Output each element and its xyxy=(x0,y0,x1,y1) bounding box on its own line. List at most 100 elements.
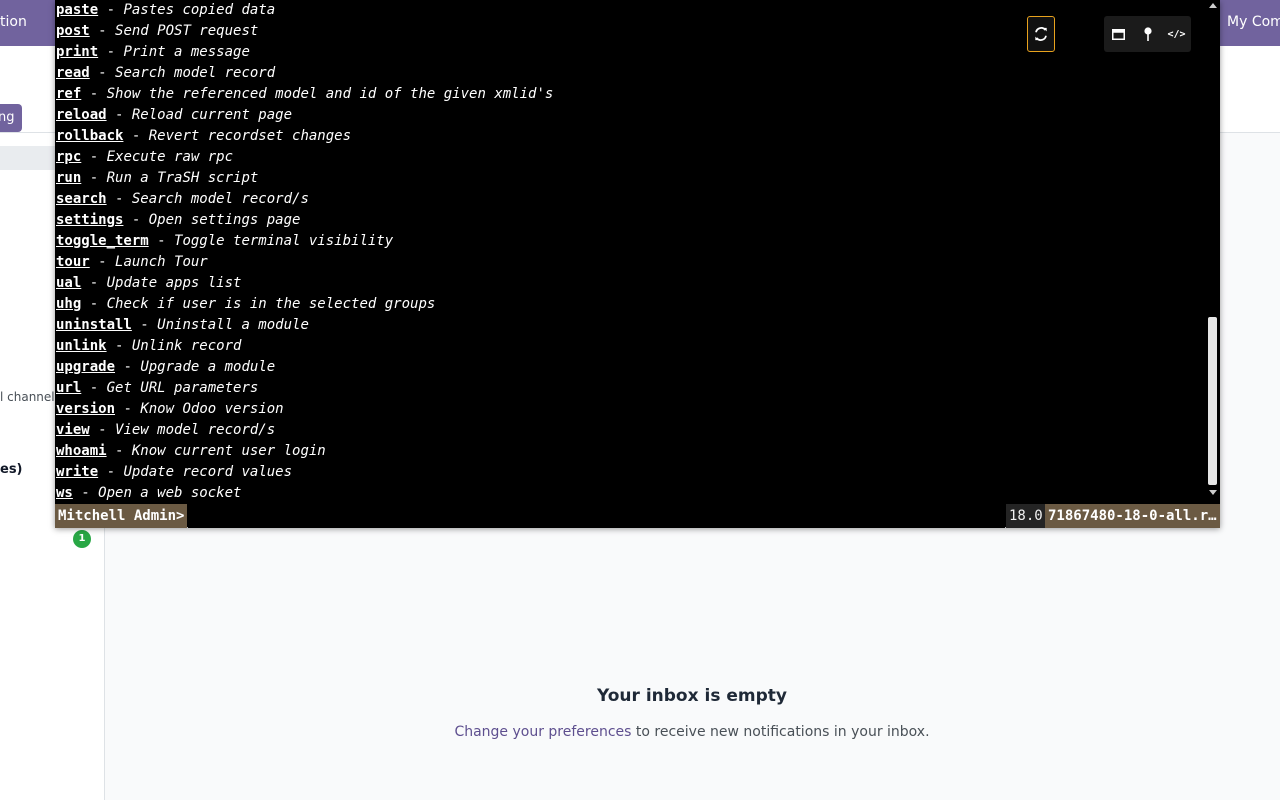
command-separator: - xyxy=(115,359,141,375)
command-description: Search model record xyxy=(115,65,276,81)
command-separator: - xyxy=(115,401,141,417)
command-description: Uninstall a module xyxy=(157,317,309,333)
command-separator: - xyxy=(89,23,116,39)
command-name[interactable]: settings xyxy=(56,212,123,228)
command-name[interactable]: read xyxy=(56,65,90,81)
code-button[interactable]: </> xyxy=(1166,23,1188,45)
terminal-line: rollback - Revert recordset changes xyxy=(56,126,1206,147)
counter-badge: 1 xyxy=(73,530,91,548)
command-separator: - xyxy=(123,128,149,144)
command-name[interactable]: url xyxy=(56,380,81,396)
command-name[interactable]: ws xyxy=(56,485,73,501)
terminal-line: whoami - Know current user login xyxy=(56,441,1206,462)
scroll-down-arrow-icon[interactable] xyxy=(1209,490,1217,495)
odoo-version-badge: 18.0 xyxy=(1006,504,1046,528)
command-name[interactable]: print xyxy=(56,44,98,60)
command-name[interactable]: upgrade xyxy=(56,359,115,375)
command-name[interactable]: whoami xyxy=(56,443,107,459)
command-separator: - xyxy=(81,149,107,165)
pin-button[interactable] xyxy=(1137,23,1159,45)
command-separator: - xyxy=(106,191,132,207)
pin-icon xyxy=(1143,27,1152,41)
command-name[interactable]: search xyxy=(56,191,107,207)
command-name[interactable]: uninstall xyxy=(56,317,132,333)
terminal-command-input[interactable] xyxy=(188,504,1005,528)
command-description: Update apps list xyxy=(106,275,242,291)
navbar-company-switcher[interactable]: My Com xyxy=(1227,14,1280,30)
command-name[interactable]: version xyxy=(56,401,115,417)
terminal-scrollbar[interactable] xyxy=(1206,0,1220,502)
command-description: Search model record/s xyxy=(131,191,309,207)
command-name[interactable]: uhg xyxy=(56,296,81,312)
inbox-empty-message: Change your preferences to receive new n… xyxy=(104,724,1280,740)
command-separator: - xyxy=(81,86,107,102)
terminal-prompt: Mitchell Admin> xyxy=(55,504,188,528)
command-separator: - xyxy=(89,422,116,438)
terminal-line: ual - Update apps list xyxy=(56,273,1206,294)
terminal-output[interactable]: paste - Pastes copied data post - Send PO… xyxy=(56,0,1206,502)
command-description: Know Odoo version xyxy=(140,401,284,417)
command-name[interactable]: write xyxy=(56,464,98,480)
command-separator: - xyxy=(106,338,132,354)
command-separator: - xyxy=(81,170,107,186)
terminal-line: version - Know Odoo version xyxy=(56,399,1206,420)
terminal-input-bar: Mitchell Admin> 18.0 71867480-18-0-all.r… xyxy=(55,502,1220,528)
command-name[interactable]: unlink xyxy=(56,338,107,354)
command-name[interactable]: tour xyxy=(56,254,90,270)
command-description: Get URL parameters xyxy=(106,380,259,396)
command-description: Know current user login xyxy=(131,443,326,459)
terminal-line: view - View model record/s xyxy=(56,420,1206,441)
terminal-window: paste - Pastes copied data post - Send PO… xyxy=(55,0,1220,528)
terminal-line: search - Search model record/s xyxy=(56,189,1206,210)
code-icon: </> xyxy=(1167,28,1186,40)
terminal-line: settings - Open settings page xyxy=(56,210,1206,231)
command-description: Update record values xyxy=(123,464,293,480)
command-name[interactable]: ref xyxy=(56,86,81,102)
navbar-app-name[interactable]: tion xyxy=(0,14,27,30)
inbox-empty-title: Your inbox is empty xyxy=(597,686,787,706)
command-separator: - xyxy=(106,107,132,123)
terminal-line: uhg - Check if user is in the selected g… xyxy=(56,294,1206,315)
command-separator: - xyxy=(131,317,158,333)
terminal-line: write - Update record values xyxy=(56,462,1206,483)
command-separator: - xyxy=(81,275,107,291)
command-name[interactable]: post xyxy=(56,23,90,39)
command-name[interactable]: toggle_term xyxy=(56,233,149,249)
terminal-line: rpc - Execute raw rpc xyxy=(56,147,1206,168)
terminal-line: unlink - Unlink record xyxy=(56,336,1206,357)
reload-terminal-button[interactable] xyxy=(1027,16,1055,52)
terminal-line: reload - Reload current page xyxy=(56,105,1206,126)
command-name[interactable]: rollback xyxy=(56,128,123,144)
terminal-line: uninstall - Uninstall a module xyxy=(56,315,1206,336)
start-meeting-button[interactable]: ng xyxy=(0,104,22,132)
command-description: Reload current page xyxy=(131,107,293,123)
command-name[interactable]: reload xyxy=(56,107,107,123)
command-description: Send POST request xyxy=(115,23,259,39)
maximize-button[interactable] xyxy=(1108,23,1130,45)
command-name[interactable]: view xyxy=(56,422,90,438)
change-preferences-link[interactable]: Change your preferences xyxy=(454,724,631,740)
command-name[interactable]: ual xyxy=(56,275,81,291)
command-description: Upgrade a module xyxy=(140,359,276,375)
scrollbar-thumb[interactable] xyxy=(1208,317,1217,485)
sidebar-add-channel-link[interactable]: l channel xyxy=(0,390,55,404)
command-description: Pastes copied data xyxy=(123,2,276,18)
command-name[interactable]: rpc xyxy=(56,149,81,165)
command-description: Print a message xyxy=(123,44,250,60)
command-separator: - xyxy=(89,254,116,270)
command-separator: - xyxy=(98,44,124,60)
command-description: Check if user is in the selected groups xyxy=(106,296,436,312)
command-name[interactable]: paste xyxy=(56,2,98,18)
command-description: Launch Tour xyxy=(115,254,208,270)
command-separator: - xyxy=(148,233,175,249)
terminal-line: toggle_term - Toggle terminal visibility xyxy=(56,231,1206,252)
sidebar-section-title: es) xyxy=(0,462,23,477)
command-separator: - xyxy=(98,2,124,18)
command-separator: - xyxy=(81,380,107,396)
command-separator: - xyxy=(72,485,99,501)
scroll-up-arrow-icon[interactable] xyxy=(1209,3,1217,8)
terminal-line: ws - Open a web socket xyxy=(56,483,1206,502)
command-name[interactable]: run xyxy=(56,170,81,186)
command-description: Open settings page xyxy=(148,212,301,228)
terminal-line: upgrade - Upgrade a module xyxy=(56,357,1206,378)
